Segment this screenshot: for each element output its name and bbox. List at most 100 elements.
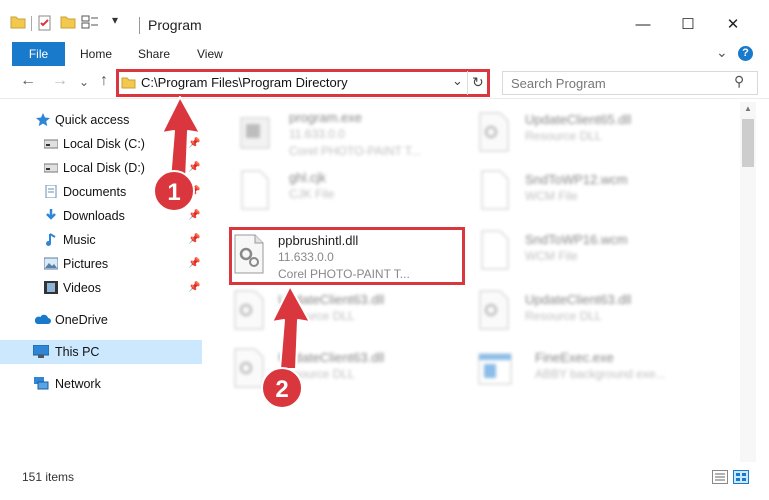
- file-name: SndToWP12.wcm: [525, 172, 628, 187]
- file-detail: CJK File: [289, 187, 335, 201]
- sidebar-item-label: Pictures: [63, 257, 109, 271]
- forward-button[interactable]: →: [50, 72, 70, 90]
- sidebar-item-pictures[interactable]: Pictures 📌: [0, 252, 202, 276]
- download-icon: [46, 209, 56, 220]
- help-icon[interactable]: ?: [738, 46, 753, 61]
- pin-icon[interactable]: 📌: [188, 258, 200, 269]
- file-item[interactable]: ghl.cjk CJK File: [232, 170, 432, 215]
- file-name: SndToWP16.wcm: [525, 232, 628, 247]
- sidebar-item-network[interactable]: Network: [0, 372, 202, 396]
- dll-gear-icon: [479, 112, 509, 152]
- tab-view[interactable]: View: [197, 42, 223, 66]
- file-detail: Corel PHOTO-PAINT T...: [289, 144, 421, 158]
- new-folder-icon[interactable]: [60, 15, 76, 29]
- file-name: ghl.cjk: [289, 170, 326, 185]
- star-icon: [36, 113, 50, 126]
- file-item[interactable]: SndToWP12.wcm WCM File: [478, 170, 718, 215]
- sidebar-item-label: Downloads: [63, 209, 125, 223]
- address-path[interactable]: C:\Program Files\Program Directory: [141, 75, 348, 90]
- file-item[interactable]: UpdateClient65.dll Resource DLL: [478, 110, 718, 155]
- sidebar-item-label: Local Disk (D:): [63, 161, 145, 175]
- tab-share[interactable]: Share: [138, 42, 170, 66]
- network-icon: [34, 377, 49, 390]
- search-icon[interactable]: ⚲: [734, 73, 744, 90]
- ribbon-expand-icon[interactable]: ⌄: [716, 44, 728, 61]
- back-button[interactable]: ←: [18, 72, 38, 90]
- drive-icon: [44, 139, 58, 149]
- file-name: FineExec.exe: [535, 350, 614, 365]
- folder-icon: [10, 16, 26, 29]
- dll-gear-icon: [234, 290, 264, 330]
- scrollbar-thumb[interactable]: [742, 119, 754, 167]
- file-item[interactable]: FineExec.exe ABBY background exe...: [478, 348, 718, 393]
- close-button[interactable]: ✕: [718, 12, 748, 38]
- step-2-badge: 2: [261, 367, 303, 409]
- large-icons-view-icon[interactable]: [733, 470, 749, 484]
- pin-icon[interactable]: 📌: [188, 282, 200, 293]
- file-name: program.exe: [289, 110, 362, 125]
- highlight-box: [229, 227, 465, 285]
- file-name: UpdateClient65.dll: [525, 112, 632, 127]
- qat-dropdown-icon[interactable]: ▾: [112, 13, 122, 27]
- sidebar-item-onedrive[interactable]: OneDrive: [0, 308, 202, 332]
- up-button[interactable]: ↑: [94, 72, 114, 90]
- details-view-icon[interactable]: [712, 470, 728, 484]
- sidebar-item-label: Quick access: [55, 113, 130, 127]
- title-separator: [139, 17, 140, 34]
- window-title: Program: [148, 17, 202, 33]
- file-name: UpdateClient63.dll: [525, 292, 632, 307]
- pin-icon[interactable]: 📌: [188, 234, 200, 245]
- videos-icon: [44, 281, 58, 294]
- file-item[interactable]: program.exe 11.633.0.0 Corel PHOTO-PAINT…: [232, 110, 432, 165]
- file-icon: [241, 170, 269, 210]
- scroll-up-icon[interactable]: ▲: [744, 104, 752, 113]
- pictures-icon: [44, 257, 58, 270]
- file-item[interactable]: SndToWP16.wcm WCM File: [478, 230, 718, 275]
- file-item[interactable]: UpdateClient63.dll Resource DLL: [232, 290, 432, 335]
- sidebar-item-label: Network: [55, 377, 101, 391]
- documents-icon: [45, 185, 57, 198]
- search-input[interactable]: Search Program: [511, 76, 606, 91]
- address-divider: [467, 71, 468, 95]
- sidebar-item-label: Music: [63, 233, 96, 247]
- tab-home[interactable]: Home: [80, 42, 112, 66]
- file-detail: Resource DLL: [525, 129, 602, 143]
- sidebar-item-label: Videos: [63, 281, 101, 295]
- qat-separator: [31, 16, 32, 31]
- step-1-badge: 1: [153, 170, 195, 212]
- folder-icon: [121, 77, 136, 89]
- drive-icon: [44, 163, 58, 173]
- refresh-button[interactable]: ↻: [472, 74, 484, 91]
- exe-window-icon: [478, 353, 512, 385]
- minimize-button[interactable]: —: [628, 12, 658, 38]
- dll-gear-icon: [479, 290, 509, 330]
- file-item[interactable]: UpdateClient63.dll Resource DLL: [478, 290, 718, 335]
- file-detail: WCM File: [525, 189, 578, 203]
- tab-file[interactable]: File: [12, 42, 65, 66]
- sidebar-item-label: OneDrive: [55, 313, 108, 327]
- sidebar-item-videos[interactable]: Videos 📌: [0, 276, 202, 300]
- file-detail: 11.633.0.0: [289, 127, 345, 141]
- cloud-icon: [34, 314, 51, 324]
- customize-icon[interactable]: [81, 15, 99, 29]
- address-dropdown-icon[interactable]: ⌄: [452, 73, 463, 89]
- file-icon: [481, 230, 509, 270]
- file-icon: [481, 170, 509, 210]
- properties-icon[interactable]: [37, 15, 53, 31]
- maximize-button[interactable]: ☐: [673, 12, 703, 38]
- recent-locations-icon[interactable]: ⌄: [74, 75, 94, 89]
- sidebar-item-music[interactable]: Music 📌: [0, 228, 202, 252]
- sidebar-item-label: Local Disk (C:): [63, 137, 145, 151]
- ribbon: [0, 42, 769, 66]
- file-detail: ABBY background exe...: [535, 367, 666, 381]
- sidebar-item-label: This PC: [55, 345, 100, 359]
- file-detail: Resource DLL: [525, 309, 602, 323]
- music-icon: [46, 233, 56, 246]
- exe-icon: [240, 117, 270, 149]
- status-item-count: 151 items: [22, 470, 75, 484]
- sidebar-item-label: Documents: [63, 185, 127, 199]
- pin-icon[interactable]: 📌: [188, 210, 200, 221]
- file-detail: WCM File: [525, 249, 578, 263]
- computer-icon: [33, 345, 49, 358]
- sidebar-item-this-pc[interactable]: This PC: [0, 340, 202, 364]
